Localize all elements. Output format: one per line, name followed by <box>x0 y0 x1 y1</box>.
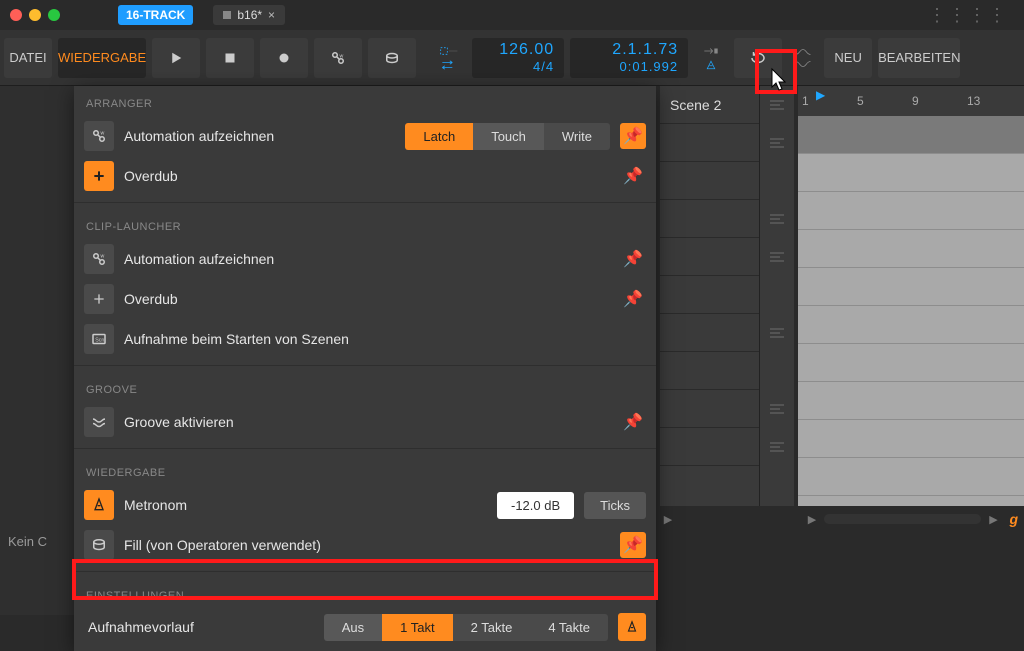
seg-4bar[interactable]: 4 Takte <box>530 614 608 641</box>
bars-icon <box>769 213 785 225</box>
left-gutter: Kein C <box>0 86 74 615</box>
seg-touch[interactable]: Touch <box>473 123 544 150</box>
section-playback: WIEDERGABE <box>74 455 656 485</box>
position-display[interactable]: 2.1.1.73 0:01.992 <box>570 38 688 78</box>
pin-icon[interactable]: 📌 <box>620 409 646 435</box>
row-label: Overdub <box>124 168 610 184</box>
groove-icon[interactable] <box>84 407 114 437</box>
scene-cell[interactable]: Scene 2 <box>660 86 759 124</box>
seg-2bar[interactable]: 2 Takte <box>453 614 531 641</box>
metronome-db[interactable]: -12.0 dB <box>497 492 574 519</box>
scene-slot[interactable] <box>660 200 759 238</box>
pin-icon[interactable]: 📌 <box>620 532 646 558</box>
scene-column: Scene 2 <box>660 86 760 506</box>
scene-slot[interactable] <box>660 390 759 428</box>
g-indicator: g <box>1009 511 1018 527</box>
arranger-timeline[interactable]: ▶ 1 5 9 13 <box>798 86 1024 506</box>
overdub-icon[interactable] <box>84 161 114 191</box>
svg-text:Scn: Scn <box>95 337 104 343</box>
scene-slot[interactable] <box>660 352 759 390</box>
row-label: Aufnahme beim Starten von Szenen <box>124 331 646 347</box>
ticks-button[interactable]: Ticks <box>584 492 646 519</box>
section-settings: EINSTELLUNGEN <box>74 578 656 608</box>
play-button[interactable] <box>152 38 200 78</box>
pin-icon[interactable]: 📌 <box>620 246 646 272</box>
scene-slot[interactable] <box>660 124 759 162</box>
seg-latch[interactable]: Latch <box>405 123 473 150</box>
pin-icon[interactable]: 📌 <box>620 286 646 312</box>
min-dot[interactable] <box>29 9 41 21</box>
new-button[interactable]: NEU <box>824 38 872 78</box>
tab-title: b16* <box>237 8 262 22</box>
fill-icon[interactable] <box>84 530 114 560</box>
section-clip: CLIP-LAUNCHER <box>74 209 656 239</box>
pin-icon[interactable]: 📌 <box>620 123 646 149</box>
max-dot[interactable] <box>48 9 60 21</box>
section-groove: GROOVE <box>74 372 656 402</box>
window-controls[interactable] <box>10 9 60 21</box>
tab-dirty-icon <box>223 11 231 19</box>
grip-icon: ⋮⋮⋮⋮ <box>928 5 1008 26</box>
h-scrollbar[interactable]: ▶ ▶ ▶ g <box>660 510 1018 528</box>
scroll-right-icon[interactable]: ▶ <box>985 511 1001 527</box>
scroll-left-icon[interactable]: ▶ <box>660 511 676 527</box>
track-icon-column <box>760 86 794 506</box>
edit-button[interactable]: BEARBEITEN <box>878 38 960 78</box>
automation-mode-group[interactable]: Latch Touch Write <box>405 123 610 150</box>
overdub-icon[interactable] <box>84 284 114 314</box>
automation-icon[interactable]: w <box>84 121 114 151</box>
stop-button[interactable] <box>206 38 254 78</box>
close-dot[interactable] <box>10 9 22 21</box>
bars-icon <box>769 403 785 415</box>
automation-write-button[interactable]: w <box>314 38 362 78</box>
row-label: Automation aufzeichnen <box>124 251 610 267</box>
row-label: Fill (von Operatoren verwendet) <box>124 537 610 553</box>
document-tab[interactable]: b16* × <box>213 5 285 25</box>
scene-record-icon[interactable]: Scn <box>84 324 114 354</box>
loop-button[interactable] <box>734 38 782 78</box>
preroll-metronome-icon[interactable] <box>618 613 646 641</box>
bars-icon <box>769 441 785 453</box>
file-menu[interactable]: DATEI <box>4 38 52 78</box>
automation-icon[interactable]: w <box>84 244 114 274</box>
scene-slot[interactable] <box>660 162 759 200</box>
curve-toggles[interactable] <box>788 38 818 78</box>
bars-icon <box>769 137 785 149</box>
section-arranger: ARRANGER <box>74 86 656 116</box>
tab-close-icon[interactable]: × <box>268 8 275 22</box>
pin-icon[interactable]: 📌 <box>620 163 646 189</box>
scene-slot[interactable] <box>660 314 759 352</box>
seg-write[interactable]: Write <box>544 123 610 150</box>
timeline-ruler[interactable]: ▶ 1 5 9 13 <box>798 86 1024 116</box>
seg-off[interactable]: Aus <box>324 614 382 641</box>
bars-icon <box>769 327 785 339</box>
scene-slot[interactable] <box>660 428 759 466</box>
no-clip-label: Kein C <box>8 534 66 549</box>
loop-toggles[interactable] <box>432 38 466 78</box>
preroll-group[interactable]: Aus 1 Takt 2 Takte 4 Takte <box>324 614 608 641</box>
scroll-play-icon[interactable]: ▶ <box>804 511 820 527</box>
playback-panel: ARRANGER w Automation aufzeichnen Latch … <box>74 86 656 651</box>
fill-button[interactable] <box>368 38 416 78</box>
scene-slot[interactable] <box>660 238 759 276</box>
seg-1bar[interactable]: 1 Takt <box>382 614 452 641</box>
track-badge: 16-TRACK <box>118 5 193 25</box>
row-label: Metronom <box>124 497 487 513</box>
row-label: Overdub <box>124 291 610 307</box>
metronome-icon[interactable] <box>84 490 114 520</box>
row-label: Groove aktivieren <box>124 414 610 430</box>
row-label: Automation aufzeichnen <box>124 128 395 144</box>
svg-text:w: w <box>340 53 344 59</box>
scene-slot[interactable] <box>660 276 759 314</box>
punch-toggles[interactable] <box>694 38 728 78</box>
bars-icon <box>769 251 785 263</box>
tempo-display[interactable]: 126.00 4/4 <box>472 38 564 78</box>
playback-menu[interactable]: WIEDERGABE <box>58 38 146 78</box>
bars-icon <box>769 99 785 111</box>
record-button[interactable] <box>260 38 308 78</box>
svg-text:w: w <box>101 131 105 137</box>
preroll-label: Aufnahmevorlauf <box>88 619 314 635</box>
svg-text:w: w <box>101 254 105 260</box>
